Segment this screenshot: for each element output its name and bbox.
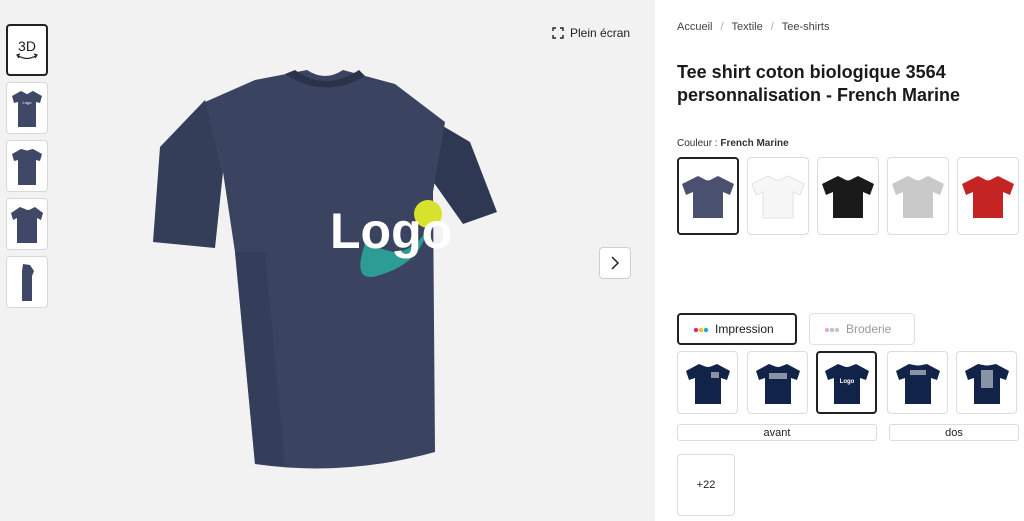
technique-impression-label: Impression: [715, 322, 774, 336]
placement-tshirt-image: Logo: [824, 363, 869, 404]
tshirt-angle-thumb: [11, 207, 43, 243]
breadcrumb-separator: /: [720, 21, 724, 33]
chevron-right-icon: [611, 256, 620, 270]
swatch-black[interactable]: [817, 157, 879, 235]
placement-tshirt-image: [685, 363, 730, 404]
color-label-value: French Marine: [720, 138, 789, 149]
breadcrumb-textile[interactable]: Textile: [732, 21, 763, 33]
breadcrumb-home[interactable]: Accueil: [677, 21, 712, 33]
breadcrumb: Accueil / Textile / Tee-shirts: [677, 21, 829, 33]
color-label: Couleur : French Marine: [677, 138, 789, 149]
swatch-white[interactable]: [747, 157, 809, 235]
color-swatches: [677, 157, 1024, 235]
thumb-3d-view[interactable]: 3D: [6, 24, 48, 76]
thumbnail-list: 3D Logo: [6, 24, 48, 308]
swatch-red[interactable]: [957, 157, 1019, 235]
side-label-dos: dos: [889, 424, 1019, 441]
tshirt-swatch-image: [751, 175, 805, 219]
placement-front-chest-right[interactable]: [677, 351, 738, 414]
placement-front-center[interactable]: Logo: [816, 351, 877, 414]
tshirt-3d-preview[interactable]: Logo: [145, 52, 515, 472]
swatch-grey[interactable]: [887, 157, 949, 235]
technique-broderie-button[interactable]: Broderie: [809, 313, 915, 345]
breadcrumb-tee-shirts[interactable]: Tee-shirts: [782, 21, 830, 33]
tshirt-swatch-image: [822, 176, 874, 218]
tshirt-back-thumb: [12, 149, 42, 185]
tshirt-side-thumb: [22, 264, 34, 301]
thumb-angle[interactable]: [6, 198, 48, 250]
fullscreen-button[interactable]: Plein écran: [552, 26, 630, 40]
tshirt-swatch-image: [962, 176, 1014, 218]
expand-icon: [552, 27, 564, 39]
3d-rotate-icon: [16, 53, 38, 60]
placement-options: Logo: [677, 351, 1017, 414]
product-gallery: 3D Logo Plein écran Logo: [0, 0, 655, 521]
swatch-french-marine[interactable]: [677, 157, 739, 235]
thumb-3d-label: 3D: [18, 38, 36, 54]
thread-icon: [824, 327, 840, 333]
ink-drops-icon: [693, 327, 709, 333]
placement-tshirt-image: [755, 363, 800, 404]
placement-back-neck[interactable]: [887, 351, 948, 414]
product-panel: Accueil / Textile / Tee-shirts Tee shirt…: [655, 0, 1024, 521]
tshirt-front-thumb: Logo: [12, 91, 42, 127]
technique-selector: Impression Broderie: [677, 313, 915, 345]
side-label-avant: avant: [677, 424, 877, 441]
placement-tshirt-image: [964, 363, 1009, 404]
fullscreen-label: Plein écran: [570, 26, 631, 40]
technique-broderie-label: Broderie: [846, 322, 892, 336]
product-title: Tee shirt coton biologique 3564 personna…: [677, 62, 961, 105]
thumb-side[interactable]: [6, 256, 48, 308]
tshirt-swatch-image: [892, 176, 944, 218]
thumb-front[interactable]: Logo: [6, 82, 48, 134]
placement-tshirt-image: [895, 363, 940, 404]
placement-logo-text: Logo: [839, 379, 854, 385]
placement-front-chest-wide[interactable]: [747, 351, 808, 414]
color-label-prefix: Couleur :: [677, 138, 718, 149]
logo-text: Logo: [330, 203, 452, 259]
breadcrumb-separator: /: [770, 21, 774, 33]
thumb-back[interactable]: [6, 140, 48, 192]
more-placements-button[interactable]: +22: [677, 454, 735, 516]
technique-impression-button[interactable]: Impression: [677, 313, 797, 345]
next-image-button[interactable]: [599, 247, 631, 279]
tshirt-swatch-image: [682, 176, 734, 218]
placement-back-full[interactable]: [956, 351, 1017, 414]
svg-text:Logo: Logo: [23, 100, 33, 105]
